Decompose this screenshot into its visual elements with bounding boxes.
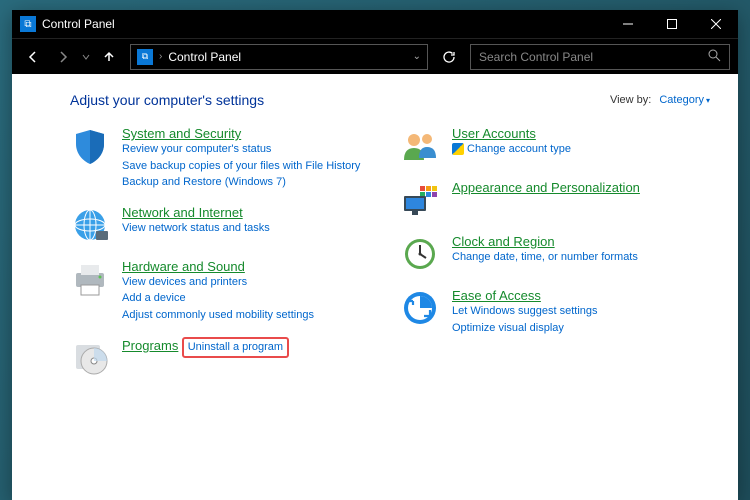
highlight-uninstall: Uninstall a program bbox=[182, 337, 289, 358]
page-heading: Adjust your computer's settings bbox=[70, 92, 264, 108]
link-change-date-time[interactable]: Change date, time, or number formats bbox=[452, 249, 638, 266]
view-by-control: View by: Category▾ bbox=[610, 94, 710, 106]
address-path: Control Panel bbox=[168, 50, 406, 64]
category-system-security: System and Security Review your computer… bbox=[70, 126, 380, 191]
column-right: User Accounts Change account type bbox=[400, 126, 710, 391]
category-link-appearance[interactable]: Appearance and Personalization bbox=[452, 180, 640, 195]
category-clock-region: Clock and Region Change date, time, or n… bbox=[400, 234, 710, 274]
maximize-button[interactable] bbox=[650, 10, 694, 38]
uac-shield-icon bbox=[452, 143, 464, 155]
link-file-history[interactable]: Save backup copies of your files with Fi… bbox=[122, 158, 360, 175]
view-by-dropdown[interactable]: Category▾ bbox=[659, 94, 710, 106]
window-title: Control Panel bbox=[42, 17, 115, 31]
category-link-programs[interactable]: Programs bbox=[122, 338, 178, 353]
category-link-network[interactable]: Network and Internet bbox=[122, 205, 243, 220]
view-by-label: View by: bbox=[610, 94, 651, 106]
link-windows-suggest[interactable]: Let Windows suggest settings bbox=[452, 303, 598, 320]
link-review-status[interactable]: Review your computer's status bbox=[122, 141, 360, 158]
title-bar[interactable]: ⧉ Control Panel bbox=[12, 10, 738, 38]
category-appearance: Appearance and Personalization bbox=[400, 180, 710, 220]
minimize-button[interactable] bbox=[606, 10, 650, 38]
search-icon[interactable] bbox=[708, 49, 721, 65]
control-panel-icon: ⧉ bbox=[137, 49, 153, 65]
category-user-accounts: User Accounts Change account type bbox=[400, 126, 710, 166]
globe-icon bbox=[70, 205, 110, 245]
category-link-hardware[interactable]: Hardware and Sound bbox=[122, 259, 245, 274]
ease-of-access-icon bbox=[400, 288, 440, 328]
category-programs: Programs Uninstall a program bbox=[70, 337, 380, 377]
link-uninstall-program[interactable]: Uninstall a program bbox=[188, 341, 283, 353]
link-add-device[interactable]: Add a device bbox=[122, 290, 314, 307]
link-optimize-visual[interactable]: Optimize visual display bbox=[452, 320, 598, 337]
window-frame: ⧉ Control Panel ⧉ › bbox=[12, 10, 738, 500]
link-network-status[interactable]: View network status and tasks bbox=[122, 220, 270, 237]
category-link-ease-of-access[interactable]: Ease of Access bbox=[452, 288, 541, 303]
refresh-button[interactable] bbox=[436, 44, 462, 70]
recent-dropdown-icon[interactable] bbox=[80, 44, 92, 70]
up-button[interactable] bbox=[96, 44, 122, 70]
back-button[interactable] bbox=[20, 44, 46, 70]
forward-button[interactable] bbox=[50, 44, 76, 70]
category-ease-of-access: Ease of Access Let Windows suggest setti… bbox=[400, 288, 710, 336]
category-network-internet: Network and Internet View network status… bbox=[70, 205, 380, 245]
link-backup-restore[interactable]: Backup and Restore (Windows 7) bbox=[122, 174, 360, 191]
disc-icon bbox=[70, 337, 110, 377]
category-hardware-sound: Hardware and Sound View devices and prin… bbox=[70, 259, 380, 324]
search-input[interactable] bbox=[479, 50, 708, 64]
link-devices-printers[interactable]: View devices and printers bbox=[122, 274, 314, 291]
column-left: System and Security Review your computer… bbox=[70, 126, 380, 391]
link-change-account-type[interactable]: Change account type bbox=[452, 141, 571, 158]
link-mobility-settings[interactable]: Adjust commonly used mobility settings bbox=[122, 307, 314, 324]
navigation-bar: ⧉ › Control Panel ⌄ bbox=[12, 38, 738, 74]
address-bar[interactable]: ⧉ › Control Panel ⌄ bbox=[130, 44, 428, 70]
category-link-system-security[interactable]: System and Security bbox=[122, 126, 241, 141]
people-icon bbox=[400, 126, 440, 166]
address-dropdown-icon[interactable]: ⌄ bbox=[413, 51, 421, 62]
chevron-right-icon: › bbox=[159, 51, 162, 62]
monitor-appearance-icon bbox=[400, 180, 440, 220]
app-icon: ⧉ bbox=[20, 16, 36, 32]
printer-icon bbox=[70, 259, 110, 299]
close-button[interactable] bbox=[694, 10, 738, 38]
content-area: Adjust your computer's settings View by:… bbox=[12, 74, 738, 500]
clock-icon bbox=[400, 234, 440, 274]
category-link-user-accounts[interactable]: User Accounts bbox=[452, 126, 536, 141]
search-box[interactable] bbox=[470, 44, 730, 70]
category-link-clock-region[interactable]: Clock and Region bbox=[452, 234, 555, 249]
shield-icon bbox=[70, 126, 110, 166]
